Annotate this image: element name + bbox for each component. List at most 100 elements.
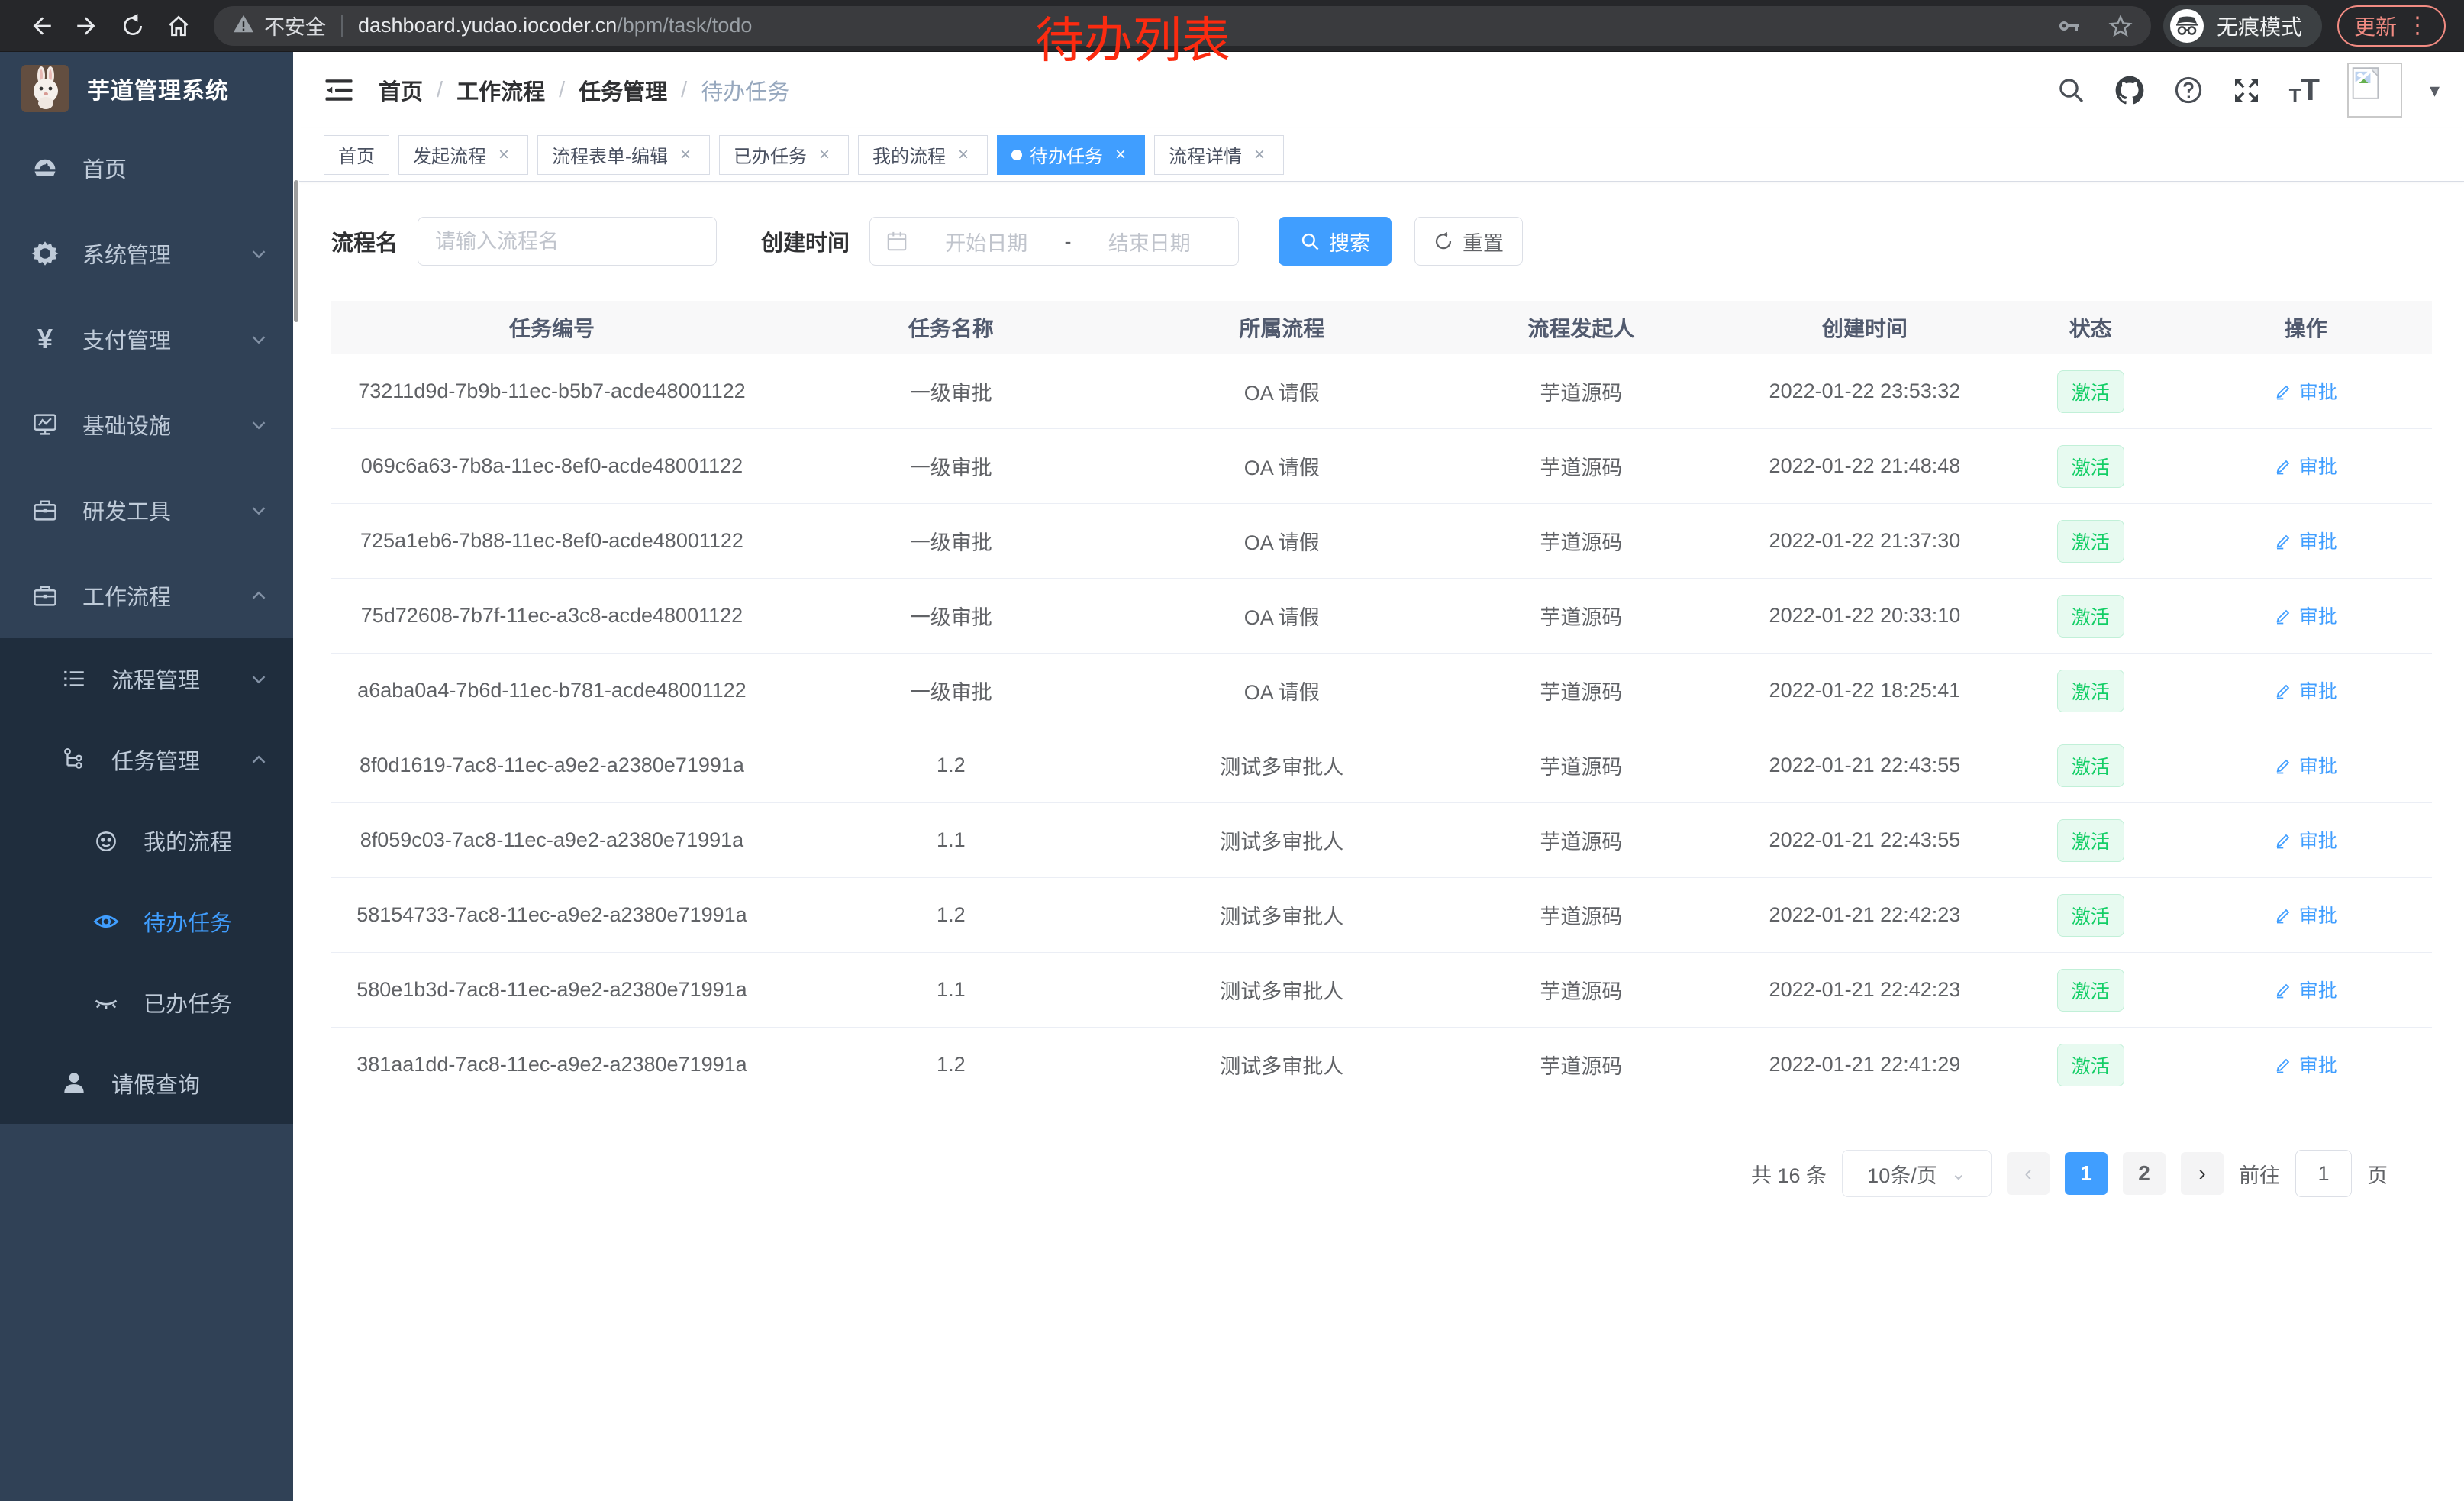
goto-page-input[interactable] xyxy=(2295,1150,2352,1197)
page-size-select[interactable]: 10条/页 ⌄ xyxy=(1842,1150,1992,1197)
end-date-placeholder[interactable]: 结束日期 xyxy=(1076,227,1224,257)
close-icon[interactable]: × xyxy=(1111,145,1130,165)
page-button-1[interactable]: 1 xyxy=(2065,1152,2108,1195)
sidebar-scrollbar[interactable] xyxy=(293,52,299,1501)
help-icon[interactable] xyxy=(2173,75,2204,105)
sidebar-item-done-task[interactable]: 已办任务 xyxy=(0,962,299,1043)
breadcrumb-separator: / xyxy=(437,78,443,103)
action-cell: 审批 xyxy=(2180,527,2432,555)
sidebar-fold-icon[interactable] xyxy=(324,75,354,105)
close-icon[interactable]: × xyxy=(494,145,514,165)
back-icon[interactable] xyxy=(18,5,64,47)
approve-button[interactable]: 审批 xyxy=(2275,1051,2337,1078)
column-header: 状态 xyxy=(2001,312,2180,343)
yen-icon: ¥ xyxy=(31,323,60,355)
sidebar-item-todo-task[interactable]: 待办任务 xyxy=(0,881,299,962)
create-time: 2022-01-21 22:41:29 xyxy=(1728,1053,2001,1077)
task-name: 一级审批 xyxy=(772,676,1130,705)
breadcrumb-item-current: 待办任务 xyxy=(701,74,789,106)
process-name-input[interactable] xyxy=(435,230,699,253)
status-cell: 激活 xyxy=(2001,520,2180,563)
sidebar-item-dev-tools[interactable]: 研发工具 xyxy=(0,467,299,553)
approve-button[interactable]: 审批 xyxy=(2275,377,2337,405)
task-name: 1.2 xyxy=(772,1053,1130,1077)
breadcrumb-item[interactable]: 任务管理 xyxy=(579,74,667,106)
sidebar-item-my-process[interactable]: 我的流程 xyxy=(0,800,299,881)
logo-row[interactable]: 芋道管理系统 xyxy=(0,52,299,125)
status-badge: 激活 xyxy=(2057,744,2124,787)
prev-page-button[interactable]: ‹ xyxy=(2007,1152,2050,1195)
password-key-icon[interactable] xyxy=(2056,14,2081,38)
start-date-placeholder[interactable]: 开始日期 xyxy=(913,227,1060,257)
tab-start-process[interactable]: 发起流程 × xyxy=(398,135,528,175)
approve-button[interactable]: 审批 xyxy=(2275,751,2337,779)
sidebar-item-home[interactable]: 首页 xyxy=(0,125,299,211)
refresh-icon xyxy=(1434,231,1453,251)
process-name: OA 请假 xyxy=(1130,451,1434,481)
approve-button[interactable]: 审批 xyxy=(2275,452,2337,479)
close-icon[interactable]: × xyxy=(1250,145,1269,165)
status-badge: 激活 xyxy=(2057,445,2124,488)
url-host[interactable]: dashboard.yudao.iocoder.cn xyxy=(358,14,617,37)
close-icon[interactable]: × xyxy=(814,145,834,165)
reload-icon[interactable] xyxy=(110,5,156,47)
sidebar-item-system[interactable]: 系统管理 xyxy=(0,211,299,296)
approve-button[interactable]: 审批 xyxy=(2275,602,2337,629)
page-button-2[interactable]: 2 xyxy=(2123,1152,2166,1195)
create-time: 2022-01-22 20:33:10 xyxy=(1728,604,2001,628)
close-icon[interactable]: × xyxy=(676,145,695,165)
initiator: 芋道源码 xyxy=(1434,601,1728,631)
sidebar-item-label: 工作流程 xyxy=(82,579,171,612)
task-name: 1.2 xyxy=(772,754,1130,777)
column-header: 操作 xyxy=(2180,312,2432,343)
bookmark-star-icon[interactable] xyxy=(2108,14,2133,38)
tab-my-process[interactable]: 我的流程 × xyxy=(858,135,988,175)
breadcrumb-item[interactable]: 工作流程 xyxy=(456,74,545,106)
sidebar-item-payment[interactable]: ¥ 支付管理 xyxy=(0,296,299,382)
tab-done-task[interactable]: 已办任务 × xyxy=(719,135,849,175)
sidebar-item-infrastructure[interactable]: 基础设施 xyxy=(0,382,299,467)
tab-process-detail[interactable]: 流程详情 × xyxy=(1154,135,1284,175)
reset-button[interactable]: 重置 xyxy=(1414,217,1523,266)
approve-button[interactable]: 审批 xyxy=(2275,527,2337,554)
fullscreen-icon[interactable] xyxy=(2231,75,2262,105)
sidebar-item-workflow[interactable]: 工作流程 xyxy=(0,553,299,638)
tab-home[interactable]: 首页 xyxy=(324,135,389,175)
table-row: 75d72608-7b7f-11ec-a3c8-acde48001122 一级审… xyxy=(331,579,2432,654)
sidebar-item-process-mgmt[interactable]: 流程管理 xyxy=(0,638,299,719)
security-label[interactable]: 不安全 xyxy=(264,11,326,40)
font-size-icon[interactable]: TT xyxy=(2289,73,2320,108)
app-logo xyxy=(21,65,69,112)
update-button[interactable]: 更新 ⋮ xyxy=(2337,5,2446,47)
action-cell: 审批 xyxy=(2180,826,2432,854)
sidebar-item-task-mgmt[interactable]: 任务管理 xyxy=(0,719,299,800)
task-name: 一级审批 xyxy=(772,601,1130,631)
close-icon[interactable]: × xyxy=(953,145,973,165)
sidebar-item-label: 基础设施 xyxy=(82,408,171,441)
approve-button[interactable]: 审批 xyxy=(2275,901,2337,928)
task-id: 381aa1dd-7ac8-11ec-a9e2-a2380e71991a xyxy=(331,1053,772,1077)
process-name-field[interactable] xyxy=(418,217,717,266)
process-name: OA 请假 xyxy=(1130,376,1434,406)
search-button[interactable]: 搜索 xyxy=(1279,217,1392,266)
search-icon[interactable] xyxy=(2056,75,2086,105)
approve-button[interactable]: 审批 xyxy=(2275,976,2337,1003)
github-icon[interactable] xyxy=(2114,74,2146,106)
sidebar-item-leave-query[interactable]: 请假查询 xyxy=(0,1043,299,1124)
forward-icon[interactable] xyxy=(64,5,110,47)
avatar[interactable] xyxy=(2347,63,2402,118)
breadcrumb-item[interactable]: 首页 xyxy=(379,74,423,106)
approve-button[interactable]: 审批 xyxy=(2275,676,2337,704)
browser-menu-icon[interactable]: ⋮ xyxy=(2406,12,2429,39)
approve-button[interactable]: 审批 xyxy=(2275,826,2337,854)
dashboard-icon xyxy=(31,154,60,182)
tab-todo-task[interactable]: 待办任务 × xyxy=(997,135,1145,175)
date-range-picker[interactable]: 开始日期 - 结束日期 xyxy=(869,217,1239,266)
column-header: 任务名称 xyxy=(772,312,1130,343)
next-page-button[interactable]: › xyxy=(2181,1152,2224,1195)
home-icon[interactable] xyxy=(156,5,202,47)
caret-down-icon[interactable]: ▾ xyxy=(2430,79,2440,102)
sidebar-scrollbar-thumb[interactable] xyxy=(294,180,298,322)
tab-form-edit[interactable]: 流程表单-编辑 × xyxy=(537,135,710,175)
task-name: 1.1 xyxy=(772,828,1130,852)
